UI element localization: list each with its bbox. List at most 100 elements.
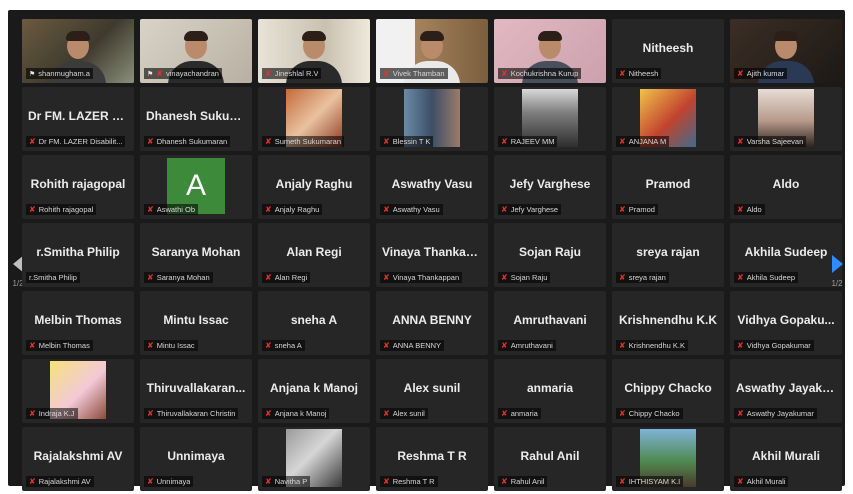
participant-tile[interactable]: Jefy Varghese ✘ Jefy Varghese: [494, 155, 606, 219]
mic-muted-icon: ✘: [737, 340, 744, 350]
participant-tile[interactable]: Aldo ✘ Aldo: [730, 155, 842, 219]
participant-tile[interactable]: Alex sunil ✘ Alex sunil: [376, 359, 488, 423]
participant-tile[interactable]: Alan Regi ✘ Alan Regi: [258, 223, 370, 287]
participant-label-text: Chippy Chacko: [628, 409, 680, 418]
mic-muted-icon: ✘: [147, 272, 154, 282]
participant-tile[interactable]: ✘ Sumeth Sukumaran: [258, 87, 370, 151]
participant-tile[interactable]: Akhil Murali ✘ Akhil Murali: [730, 427, 842, 491]
participant-name-label: ✘ IHTHISYAM K.I: [616, 476, 684, 487]
participant-name-label: ✘ sreya rajan: [616, 272, 669, 283]
participant-tile[interactable]: Aswathy Jayaku... ✘ Aswathy Jayakumar: [730, 359, 842, 423]
mic-muted-icon: ✘: [147, 340, 154, 350]
participant-tile[interactable]: ✘ Jineshlal R.V: [258, 19, 370, 83]
participant-label-text: Nitheesh: [628, 69, 659, 78]
participant-tile[interactable]: Nitheesh ✘ Nitheesh: [612, 19, 724, 83]
participant-tile[interactable]: ✘ Navitha P: [258, 427, 370, 491]
participant-tile[interactable]: ✘ ANJANA M: [612, 87, 724, 151]
participant-name-label: ✘ Rajalakshmi AV: [26, 476, 94, 487]
participant-tile[interactable]: Anjaly Raghu ✘ Anjaly Raghu: [258, 155, 370, 219]
chevron-right-icon: [831, 255, 843, 273]
participant-tile[interactable]: Rahul Anil ✘ Rahul Anil: [494, 427, 606, 491]
participant-label-text: shanmugham.a: [38, 69, 90, 78]
participant-tile[interactable]: Aswathy Vasu ✘ Aswathy Vasu: [376, 155, 488, 219]
participant-tile[interactable]: Vidhya Gopaku... ✘ Vidhya Gopakumar: [730, 291, 842, 355]
participant-tile[interactable]: anmaria ✘ anmaria: [494, 359, 606, 423]
participant-tile[interactable]: Pramod ✘ Pramod: [612, 155, 724, 219]
participant-name-label: ✘ Indraja K.J: [26, 408, 78, 419]
participant-tile[interactable]: Akhila Sudeep ✘ Akhila Sudeep: [730, 223, 842, 287]
participant-name-label: ✘ Alan Regi: [262, 272, 311, 283]
participant-tile[interactable]: Anjana k Manoj ✘ Anjana k Manoj: [258, 359, 370, 423]
participant-tile[interactable]: sreya rajan ✘ sreya rajan: [612, 223, 724, 287]
mic-muted-icon: ✘: [383, 68, 390, 78]
participant-silhouette: [302, 31, 326, 41]
participant-label-text: ANNA BENNY: [392, 341, 442, 350]
participant-tile[interactable]: ✘ RAJEEV MM: [494, 87, 606, 151]
participant-tile[interactable]: Sojan Raju ✘ Sojan Raju: [494, 223, 606, 287]
participant-grid: ⚑ shanmugham.a ⚑ ✘ vinayachandran ✘ Jineshlal …: [22, 19, 842, 491]
participant-tile[interactable]: sneha A ✘ sneha A: [258, 291, 370, 355]
participant-name-label: r.Smitha Philip: [26, 272, 80, 283]
next-page-button[interactable]: 1/2: [831, 255, 843, 288]
participant-tile[interactable]: r.Smitha Philip r.Smitha Philip: [22, 223, 134, 287]
participant-tile[interactable]: Mintu Issac ✘ Mintu Issac: [140, 291, 252, 355]
mic-muted-icon: ✘: [156, 68, 163, 78]
mic-muted-icon: ✘: [265, 68, 272, 78]
participant-name-label: ✘ ANNA BENNY: [380, 340, 445, 351]
participant-display-name: Melbin Thomas: [34, 313, 122, 327]
participant-name-label: ✘ Vivek Thamban: [380, 68, 448, 79]
participant-tile[interactable]: ✘ Blessin T K: [376, 87, 488, 151]
mic-muted-icon: ✘: [501, 272, 508, 282]
participant-name-label: ✘ Krishnendhu K.K: [616, 340, 688, 351]
participant-tile[interactable]: ✘ Varsha Sajeevan: [730, 87, 842, 151]
mic-muted-icon: ✘: [383, 204, 390, 214]
mic-muted-icon: ✘: [619, 204, 626, 214]
mic-muted-icon: ✘: [501, 204, 508, 214]
participant-name-label: ✘ Sojan Raju: [498, 272, 551, 283]
participant-tile[interactable]: ✘ Kochukrishna Kurup: [494, 19, 606, 83]
participant-name-label: ✘ Reshma T R: [380, 476, 438, 487]
participant-tile[interactable]: ✘ Vivek Thamban: [376, 19, 488, 83]
participant-tile[interactable]: ✘ Ajith kumar: [730, 19, 842, 83]
participant-tile[interactable]: Amruthavani ✘ Amruthavani: [494, 291, 606, 355]
participant-tile[interactable]: A ✘ Aswathi Ob: [140, 155, 252, 219]
participant-tile[interactable]: Krishnendhu K.K ✘ Krishnendhu K.K: [612, 291, 724, 355]
participant-name-label: ✘ Anjaly Raghu: [262, 204, 323, 215]
participant-tile[interactable]: Unnimaya ✘ Unnimaya: [140, 427, 252, 491]
mic-muted-icon: ✘: [383, 476, 390, 486]
participant-tile[interactable]: Saranya Mohan ✘ Saranya Mohan: [140, 223, 252, 287]
participant-label-text: IHTHISYAM K.I: [628, 477, 681, 486]
pin-icon: ⚑: [29, 70, 36, 78]
participant-label-text: Rohith rajagopal: [38, 205, 94, 214]
mic-muted-icon: ✘: [265, 340, 272, 350]
mic-muted-icon: ✘: [501, 476, 508, 486]
mic-muted-icon: ✘: [29, 408, 36, 418]
participant-tile[interactable]: Vinaya Thankap... ✘ Vinaya Thankappan: [376, 223, 488, 287]
participant-label-text: RAJEEV MM: [510, 137, 555, 146]
participant-tile[interactable]: Dr FM. LAZER D... ✘ Dr FM. LAZER Disabilit…: [22, 87, 134, 151]
participant-tile[interactable]: Rajalakshmi AV ✘ Rajalakshmi AV: [22, 427, 134, 491]
participant-tile[interactable]: ✘ IHTHISYAM K.I: [612, 427, 724, 491]
participant-label-text: Aswathy Vasu: [392, 205, 440, 214]
mic-muted-icon: ✘: [265, 476, 272, 486]
participant-label-text: Reshma T R: [392, 477, 435, 486]
participant-tile[interactable]: ⚑ ✘ vinayachandran: [140, 19, 252, 83]
participant-tile[interactable]: ANNA BENNY ✘ ANNA BENNY: [376, 291, 488, 355]
participant-label-text: Navitha P: [274, 477, 308, 486]
participant-tile[interactable]: Reshma T R ✘ Reshma T R: [376, 427, 488, 491]
participant-label-text: Dr FM. LAZER Disabilit...: [38, 137, 123, 146]
participant-label-text: Jefy Varghese: [510, 205, 559, 214]
participant-tile[interactable]: Thiruvallakaran... ✘ Thiruvallakaran Chris…: [140, 359, 252, 423]
participant-tile[interactable]: Chippy Chacko ✘ Chippy Chacko: [612, 359, 724, 423]
participant-name-label: ✘ Alex sunil: [380, 408, 428, 419]
participant-label-text: anmaria: [510, 409, 538, 418]
participant-tile[interactable]: Rohith rajagopal ✘ Rohith rajagopal: [22, 155, 134, 219]
participant-tile[interactable]: Dhanesh Sukum... ✘ Dhanesh Sukumaran: [140, 87, 252, 151]
participant-tile[interactable]: ⚑ shanmugham.a: [22, 19, 134, 83]
participant-tile[interactable]: ✘ Indraja K.J: [22, 359, 134, 423]
participant-label-text: Mintu Issac: [156, 341, 195, 350]
mic-muted-icon: ✘: [737, 408, 744, 418]
participant-tile[interactable]: Melbin Thomas ✘ Melbin Thomas: [22, 291, 134, 355]
participant-name-label: ✘ Kochukrishna Kurup: [498, 68, 582, 79]
participant-label-text: Sumeth Sukumaran: [274, 137, 341, 146]
